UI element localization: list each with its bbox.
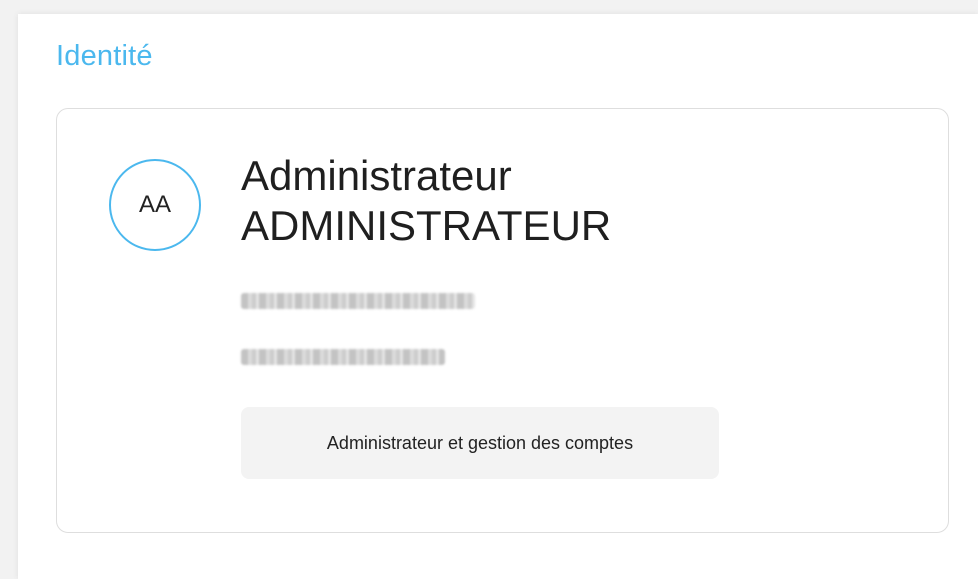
user-name: Administrateur ADMINISTRATEUR — [241, 151, 611, 251]
user-email-redacted — [241, 293, 475, 309]
identity-panel: Identité AA Administrateur ADMINISTRATEU… — [18, 14, 978, 579]
user-phone-redacted — [241, 349, 445, 365]
role-badge: Administrateur et gestion des comptes — [241, 407, 719, 479]
user-last-name: ADMINISTRATEUR — [241, 202, 612, 249]
user-first-name: Administrateur — [241, 152, 512, 199]
identity-card: AA Administrateur ADMINISTRATEUR Adminis… — [56, 108, 949, 533]
section-title: Identité — [56, 40, 153, 72]
avatar: AA — [109, 159, 201, 251]
